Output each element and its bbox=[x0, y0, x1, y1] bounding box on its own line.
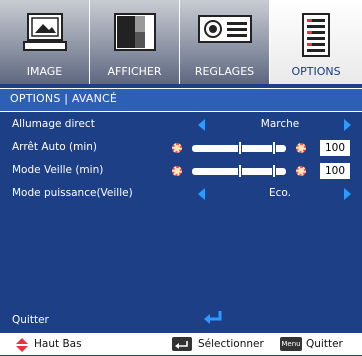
arrow-left-icon[interactable] bbox=[198, 119, 205, 131]
picture-frame-icon bbox=[22, 12, 68, 56]
decrease-icon[interactable] bbox=[172, 143, 182, 153]
arrow-right-icon[interactable] bbox=[344, 188, 351, 200]
slider-thumb[interactable] bbox=[238, 164, 242, 178]
setting-row-allumage-direct[interactable]: Allumage direct Marche bbox=[0, 114, 362, 136]
menu-tabs: IMAGE AFFICHER REGLAGES OPTIONS bbox=[0, 0, 362, 84]
setting-label: Arrêt Auto (min) bbox=[12, 141, 98, 153]
enter-icon[interactable] bbox=[202, 309, 224, 331]
tab-afficher[interactable]: AFFICHER bbox=[90, 0, 180, 84]
setting-value: Marche bbox=[260, 118, 300, 130]
tab-reglages-label: REGLAGES bbox=[194, 65, 255, 78]
slider-thumb[interactable] bbox=[238, 141, 242, 155]
setting-value-box: 100 bbox=[320, 140, 350, 156]
tab-afficher-label: AFFICHER bbox=[107, 65, 162, 78]
setting-row-mode-puissance[interactable]: Mode puissance(Veille) Eco. bbox=[0, 183, 362, 205]
up-down-arrows-icon bbox=[16, 337, 28, 356]
enter-key-icon bbox=[172, 337, 192, 351]
setting-value: Eco. bbox=[269, 187, 291, 199]
setting-label: Mode Veille (min) bbox=[12, 164, 104, 176]
setting-label: Mode puissance(Veille) bbox=[12, 187, 133, 199]
slider-thumb[interactable] bbox=[272, 164, 276, 178]
submenu-title: OPTIONS | AVANCÉ bbox=[10, 92, 118, 105]
quit-help-label: Quitter bbox=[306, 338, 343, 350]
tab-options-label: OPTIONS bbox=[291, 65, 341, 78]
osd-menu: IMAGE AFFICHER REGLAGES OPTIONS OPTIONS … bbox=[0, 0, 362, 355]
footer-help-bar: Haut Bas Sélectionner Menu Quitter bbox=[0, 333, 362, 355]
setting-row-arret-auto[interactable]: Arrêt Auto (min) 100 bbox=[0, 137, 362, 159]
submenu-title-bar: OPTIONS | AVANCÉ bbox=[0, 88, 362, 112]
select-help-label: Sélectionner bbox=[198, 338, 264, 350]
projector-icon bbox=[197, 12, 253, 50]
tab-image[interactable]: IMAGE bbox=[0, 0, 90, 84]
setting-label: Allumage direct bbox=[12, 118, 95, 130]
setting-value-box: 100 bbox=[320, 163, 350, 179]
increase-icon[interactable] bbox=[296, 143, 306, 153]
options-list-icon bbox=[301, 12, 331, 62]
arrow-left-icon[interactable] bbox=[198, 188, 205, 200]
increase-icon[interactable] bbox=[296, 166, 306, 176]
tab-image-label: IMAGE bbox=[26, 65, 63, 78]
slider-thumb[interactable] bbox=[272, 141, 276, 155]
quit-item[interactable]: Quitter bbox=[12, 314, 49, 326]
tab-options[interactable]: OPTIONS bbox=[270, 0, 362, 84]
menu-key-icon: Menu bbox=[280, 337, 302, 351]
arrow-right-icon[interactable] bbox=[344, 119, 351, 131]
nav-help-label: Haut Bas bbox=[34, 338, 82, 350]
screen-contrast-icon bbox=[113, 12, 157, 56]
tab-reglages[interactable]: REGLAGES bbox=[180, 0, 270, 84]
setting-row-mode-veille[interactable]: Mode Veille (min) 100 bbox=[0, 160, 362, 182]
decrease-icon[interactable] bbox=[172, 166, 182, 176]
